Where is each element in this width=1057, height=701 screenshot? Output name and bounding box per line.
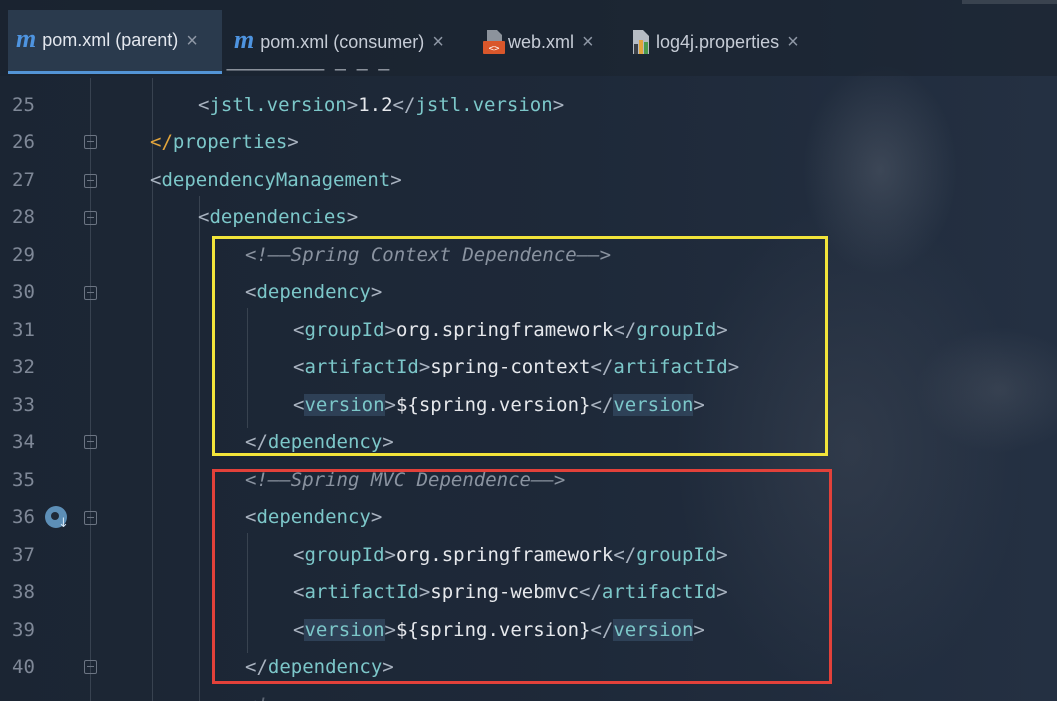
fold-marker[interactable] [84, 211, 97, 225]
indent-guide [199, 196, 200, 701]
fold-marker[interactable] [84, 435, 97, 449]
line-number: 35 [12, 469, 35, 491]
maven-icon: m [16, 23, 37, 53]
line-number: 25 [12, 94, 35, 116]
tab-label: pom.xml (parent) [42, 30, 179, 50]
line-number: 33 [12, 394, 35, 416]
fold-marker[interactable] [84, 511, 97, 525]
fold-marker[interactable] [84, 135, 97, 149]
tab-label: web.xml [508, 31, 575, 52]
code-line-41-fragment: <!——— ————— ——————————— ——— —————— [245, 694, 634, 701]
code-line-26: </properties> [150, 131, 299, 153]
xml-file-icon: <> [482, 29, 505, 55]
fold-marker[interactable] [84, 286, 97, 300]
download-arrow-icon: ↓ [58, 516, 69, 531]
tab-label: pom.xml (consumer) [260, 31, 425, 52]
line-number: 29 [12, 244, 35, 266]
close-icon[interactable]: × [432, 32, 444, 52]
spring-mvc-highlight-box [212, 469, 832, 684]
close-icon[interactable]: × [787, 32, 799, 52]
close-icon[interactable]: × [186, 31, 198, 51]
line-number: 27 [12, 169, 35, 191]
line-number: 31 [12, 319, 35, 341]
line-number: 28 [12, 206, 35, 228]
close-icon[interactable]: × [582, 32, 594, 52]
line-number: 40 [12, 656, 35, 678]
line-number: 38 [12, 581, 35, 603]
tab-web-xml[interactable]: <> web.xml × [474, 10, 614, 74]
code-line-27: <dependencyManagement> [150, 169, 402, 191]
code-line-25: <jstl.version>1.2</jstl.version> [198, 94, 565, 116]
properties-file-icon [630, 29, 650, 55]
gutter-fold-line [90, 78, 91, 701]
line-number: 26 [12, 131, 35, 153]
line-number: 30 [12, 281, 35, 303]
code-line-28: <dependencies> [198, 206, 359, 228]
scrolled-line-fragment: ───────── ─ ─ ─ [205, 64, 390, 78]
svg-text:<>: <> [489, 44, 500, 54]
editor-tab-bar: m pom.xml (parent) × m pom.xml (consumer… [0, 0, 1057, 76]
tab-pom-parent[interactable]: m pom.xml (parent) × [8, 10, 222, 74]
tab-log4j-properties[interactable]: log4j.properties × [622, 10, 818, 74]
window-top-strip [962, 0, 1057, 4]
line-number: 37 [12, 544, 35, 566]
line-number: 39 [12, 619, 35, 641]
tab-label: log4j.properties [656, 31, 780, 52]
line-number: 32 [12, 356, 35, 378]
spring-context-highlight-box [212, 236, 828, 456]
line-number: 34 [12, 431, 35, 453]
fold-marker[interactable] [84, 660, 97, 674]
fold-marker[interactable] [84, 174, 97, 188]
maven-icon: m [234, 25, 255, 54]
